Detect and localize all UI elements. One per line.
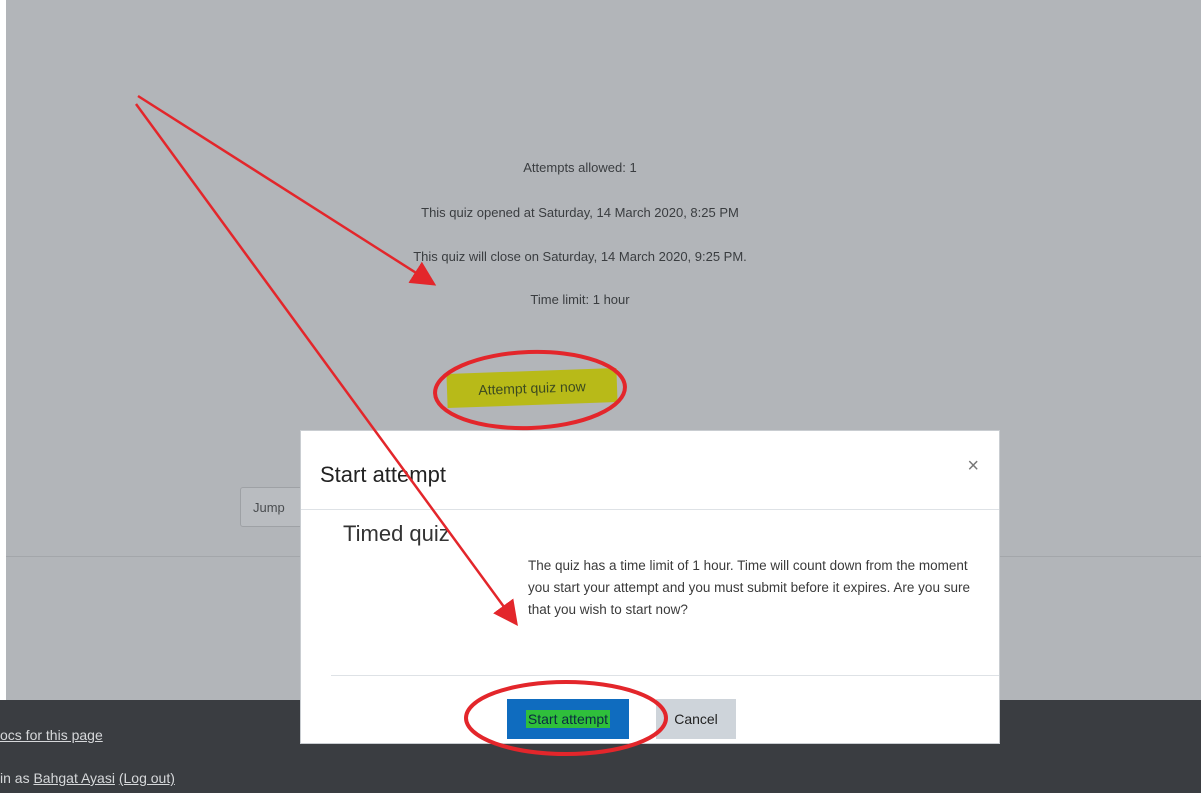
logout-link[interactable]: (Log out) [119,770,175,786]
attempt-quiz-now-button[interactable]: Attempt quiz now [446,368,618,408]
modal-header: Start attempt × [301,431,999,510]
docs-link[interactable]: ocs for this page [0,727,103,743]
cancel-button[interactable]: Cancel [656,699,736,739]
time-limit: Time limit: 1 hour [530,292,630,307]
attempts-allowed: Attempts allowed: 1 [523,160,637,175]
quiz-opened: This quiz opened at Saturday, 14 March 2… [421,205,739,220]
start-attempt-button[interactable]: Start attempt [507,699,629,739]
modal-body-text: The quiz has a time limit of 1 hour. Tim… [528,558,970,617]
quiz-closes: This quiz will close on Saturday, 14 Mar… [413,249,747,264]
timed-quiz-heading: Timed quiz [343,521,450,546]
modal-title: Start attempt [320,462,446,487]
close-icon[interactable]: × [967,455,979,478]
logged-in-label: in as [0,770,30,786]
start-attempt-modal: Start attempt × Timed quiz The quiz has … [300,430,1000,744]
modal-footer-divider [331,675,999,676]
user-name-link[interactable]: Bahgat Ayasi [33,770,114,786]
start-attempt-label: Start attempt [525,710,611,728]
